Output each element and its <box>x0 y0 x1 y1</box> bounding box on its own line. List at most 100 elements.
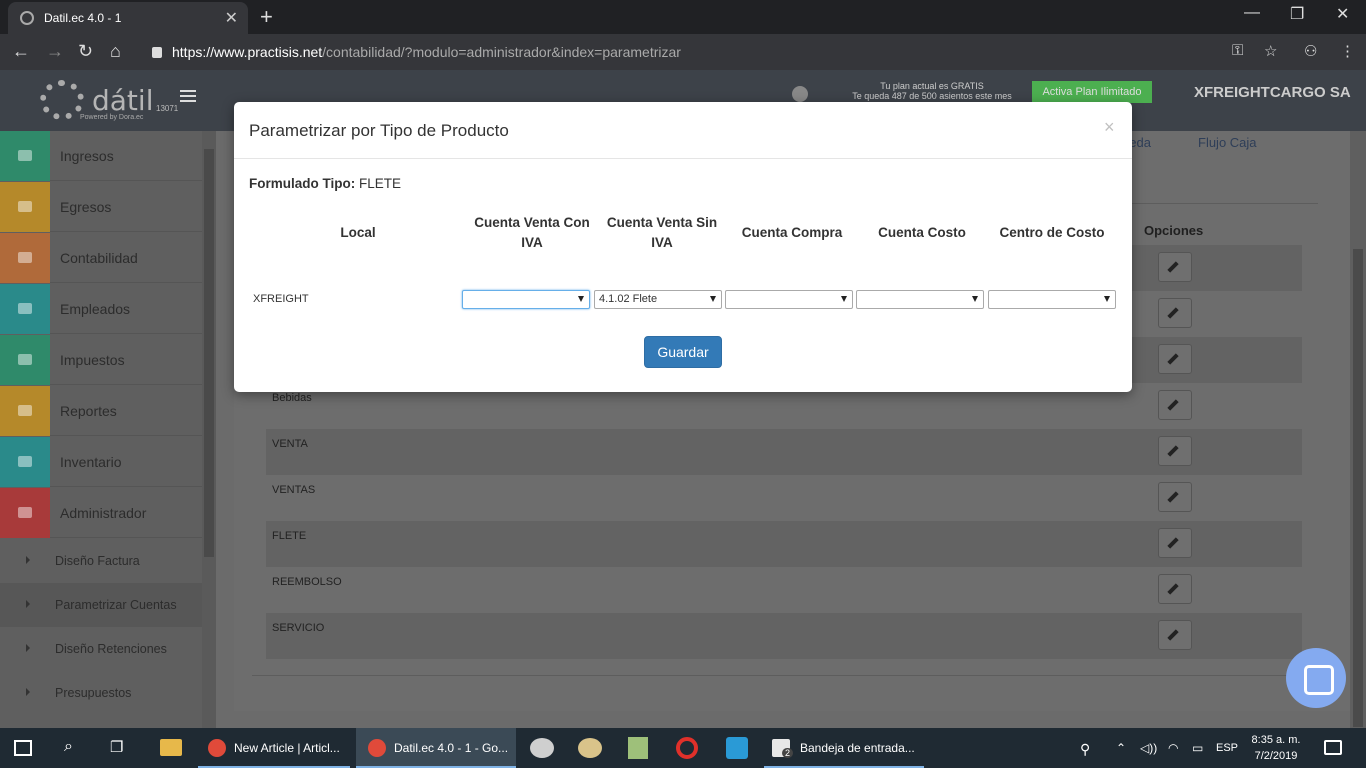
keyboard-icon[interactable]: ▭ <box>1192 741 1203 755</box>
logo-powered: Powered by Dora.ec <box>80 114 144 121</box>
bar-chart-icon <box>0 386 50 436</box>
caret-right-icon <box>26 556 30 564</box>
file-explorer-icon[interactable] <box>160 739 182 756</box>
url-host: https://www.practisis.net <box>172 44 323 60</box>
clock-time: 8:35 a. m. <box>1251 734 1301 746</box>
header-cuenta-compra: Cuenta Compra <box>741 225 843 240</box>
taskbar-clock[interactable]: 8:35 a. m. 7/2/2019 <box>1248 732 1304 764</box>
robot-avatar-icon[interactable] <box>792 86 808 102</box>
taskbar-app-datil[interactable]: Datil.ec 4.0 - 1 - Go... <box>356 728 516 768</box>
paint-icon[interactable] <box>530 738 554 758</box>
briefcase-icon <box>0 233 50 283</box>
search-icon[interactable]: ⌕ <box>64 738 73 756</box>
chrome-icon <box>208 739 226 757</box>
palette-icon[interactable] <box>578 738 602 758</box>
minimize-icon[interactable]: — <box>1244 4 1260 22</box>
user-icon <box>0 488 50 538</box>
cuenta-costo-select[interactable] <box>856 290 984 309</box>
chat-launcher-icon[interactable] <box>1286 648 1346 708</box>
browser-tab[interactable]: Datil.ec 4.0 - 1 ✕ <box>8 2 248 34</box>
taskbar-app-label: Bandeja de entrada... <box>800 741 915 755</box>
wrench-icon[interactable] <box>1158 344 1192 374</box>
gear-favicon-icon <box>20 11 34 25</box>
reload-icon[interactable]: ↻ <box>78 41 93 62</box>
table-row: VENTA <box>266 429 1302 475</box>
star-icon[interactable]: ☆ <box>1264 42 1277 60</box>
sidebar-item-reportes[interactable]: Reportes <box>0 386 202 436</box>
archive-icon <box>0 437 50 487</box>
sidebar-subitem-presupuestos[interactable]: Presupuestos <box>0 671 202 715</box>
modal-title: Parametrizar por Tipo de Producto <box>249 121 509 140</box>
key-icon[interactable]: ⚿ <box>1232 42 1243 59</box>
sidebar-item-inventario[interactable]: Inventario <box>0 437 202 487</box>
task-view-icon[interactable]: ❐ <box>110 738 123 756</box>
select-value: 4.1.02 Flete <box>599 293 658 305</box>
centro-costo-select[interactable] <box>988 290 1116 309</box>
taskbar-app-new-article[interactable]: New Article | Articl... <box>198 728 350 768</box>
wrench-icon[interactable] <box>1158 574 1192 604</box>
wrench-icon[interactable] <box>1158 436 1192 466</box>
home-icon[interactable]: ⌂ <box>110 41 121 62</box>
logo-gear-icon <box>40 80 84 120</box>
wrench-icon[interactable] <box>1158 482 1192 512</box>
guardar-button[interactable]: Guardar <box>644 336 722 368</box>
sidebar-item-impuestos[interactable]: Impuestos <box>0 335 202 385</box>
sidebar-item-empleados[interactable]: Empleados <box>0 284 202 334</box>
close-tab-icon[interactable]: ✕ <box>225 8 238 28</box>
main-scroll-thumb[interactable] <box>1353 249 1363 727</box>
maximize-icon[interactable]: ❐ <box>1290 4 1304 24</box>
extension-icon[interactable]: ⚇ <box>1304 42 1317 60</box>
sidebar-scrollbar[interactable] <box>202 131 216 728</box>
url-field[interactable]: https://www.practisis.net/contabilidad/?… <box>146 40 1296 64</box>
sidebar-item-egresos[interactable]: Egresos <box>0 182 202 232</box>
table-row: FLETE <box>266 521 1302 567</box>
options-header: Opciones <box>1144 223 1204 238</box>
notification-icon[interactable] <box>1324 740 1342 755</box>
taskbar: ⌕ ❐ New Article | Articl... Datil.ec 4.0… <box>0 728 1366 768</box>
notepad-icon[interactable] <box>628 737 648 759</box>
wrench-icon[interactable] <box>1158 528 1192 558</box>
menu-dots-icon[interactable]: ⋮ <box>1340 42 1355 60</box>
venta-con-iva-select[interactable] <box>462 290 590 309</box>
hamburger-menu-icon[interactable] <box>180 90 196 102</box>
cuenta-compra-select[interactable] <box>725 290 853 309</box>
row-name: VENTA <box>272 438 308 450</box>
wrench-icon[interactable] <box>1158 252 1192 282</box>
volume-icon[interactable]: ◁)) <box>1140 741 1157 755</box>
company-name[interactable]: XFREIGHTCARGO SA <box>1194 84 1351 101</box>
back-icon[interactable]: ← <box>12 41 30 62</box>
forward-icon[interactable]: → <box>46 41 64 62</box>
share-icon[interactable] <box>726 737 748 759</box>
wrench-icon[interactable] <box>1158 298 1192 328</box>
sidebar-item-ingresos[interactable]: Ingresos <box>0 131 202 181</box>
sidebar-item-label: Reportes <box>60 403 117 419</box>
venta-sin-iva-select[interactable]: 4.1.02 Flete <box>594 290 722 309</box>
sidebar-subitem-diseno-retenciones[interactable]: Diseño Retenciones <box>0 627 202 671</box>
sidebar-item-administrador[interactable]: Administrador <box>0 488 202 538</box>
language-indicator[interactable]: ESP <box>1216 742 1238 754</box>
sidebar-item-contabilidad[interactable]: Contabilidad <box>0 233 202 283</box>
wrench-icon[interactable] <box>1158 620 1192 650</box>
windows-start-icon[interactable] <box>14 740 32 756</box>
row-name: Bebidas <box>272 392 312 404</box>
topnav-flujo-caja[interactable]: Flujo Caja <box>1198 135 1257 150</box>
people-icon[interactable]: ⚲ <box>1080 741 1090 758</box>
sidebar-subitem-parametrizar-cuentas[interactable]: Parametrizar Cuentas <box>0 583 202 627</box>
sidebar-subitem-label: Diseño Factura <box>55 554 140 568</box>
wifi-icon[interactable]: ◠ <box>1168 741 1178 755</box>
opera-icon[interactable] <box>676 737 698 759</box>
chevron-up-icon[interactable]: ⌃ <box>1116 741 1126 755</box>
sidebar-scroll-thumb[interactable] <box>204 149 214 557</box>
close-window-icon[interactable]: ✕ <box>1336 4 1349 24</box>
wrench-icon[interactable] <box>1158 390 1192 420</box>
activate-plan-button[interactable]: Activa Plan Ilimitado <box>1032 81 1152 103</box>
sidebar-subitem-label: Diseño Retenciones <box>55 642 167 656</box>
sidebar-subitem-diseno-factura[interactable]: Diseño Factura <box>0 539 202 583</box>
modal-close-icon[interactable]: × <box>1104 117 1115 138</box>
new-tab-icon[interactable]: + <box>260 4 273 30</box>
parametrizar-modal: Parametrizar por Tipo de Producto × Form… <box>234 102 1132 392</box>
mail-badge: 2 <box>782 748 794 758</box>
taskbar-app-bandeja[interactable]: 2 Bandeja de entrada... <box>764 728 924 768</box>
header-venta-con-iva: Cuenta Venta Con IVA <box>464 213 600 253</box>
main-scrollbar[interactable] <box>1350 131 1366 728</box>
